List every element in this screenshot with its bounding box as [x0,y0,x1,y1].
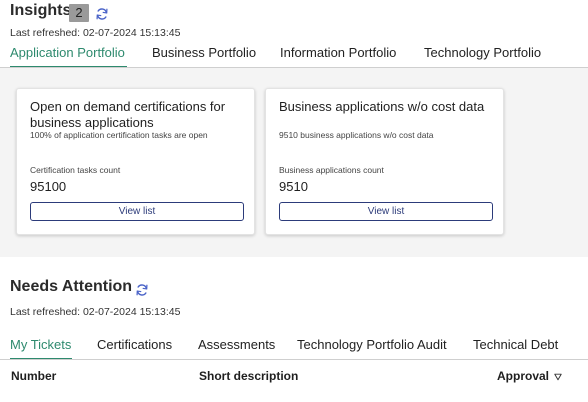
tab-certifications[interactable]: Certifications [97,336,172,360]
view-list-button[interactable]: View list [30,202,244,221]
tab-assessments[interactable]: Assessments [198,336,275,360]
refresh-icon[interactable] [135,283,149,297]
card-subtitle: 100% of application certification tasks … [30,130,208,140]
column-header-approval-label: Approval [497,369,550,383]
card-metric-value: 95100 [30,179,67,194]
card-metric-value: 9510 [279,179,308,194]
attention-last-refreshed: Last refreshed: 02-07-2024 15:13:45 [10,306,181,318]
attention-tabs: My Tickets Certifications Assessments Te… [0,336,588,360]
card-subtitle: 9510 business applications w/o cost data [279,130,434,140]
insight-card-certifications: Open on demand certifications for busine… [16,88,255,235]
needs-attention-title: Needs Attention [10,278,133,295]
tabs-divider [0,67,588,68]
view-list-button[interactable]: View list [279,202,493,221]
tab-technology-portfolio[interactable]: Technology Portfolio [424,44,541,68]
filter-icon[interactable] [554,373,563,381]
insights-header: Insights 2 Last refreshed: 02-07-2024 15… [0,0,588,68]
tab-application-portfolio[interactable]: Application Portfolio [10,44,127,68]
column-header-approval[interactable]: Approval [497,369,563,383]
card-title: Business applications w/o cost data [279,99,485,114]
insights-count-badge: 2 [69,4,89,22]
column-header-number[interactable]: Number [11,369,56,383]
tab-technical-debt[interactable]: Technical Debt [473,336,558,360]
tab-business-portfolio[interactable]: Business Portfolio [152,44,256,68]
card-metric-label: Certification tasks count [30,165,121,175]
insights-last-refreshed: Last refreshed: 02-07-2024 15:13:45 [10,27,181,39]
insight-card-cost-data: Business applications w/o cost data 9510… [265,88,504,235]
card-metric-label: Business applications count [279,165,384,175]
tab-information-portfolio[interactable]: Information Portfolio [280,44,396,68]
insights-section: Insights 2 Last refreshed: 02-07-2024 15… [0,0,588,257]
insights-tabs: Application Portfolio Business Portfolio… [0,44,588,68]
card-title: Open on demand certifications for busine… [30,99,226,130]
refresh-icon[interactable] [95,7,109,21]
tabs-divider [0,359,588,360]
insights-title: Insights [10,2,72,19]
tab-technology-portfolio-audit[interactable]: Technology Portfolio Audit [297,336,447,360]
column-header-short-description[interactable]: Short description [199,369,298,383]
tab-my-tickets[interactable]: My Tickets [10,336,72,360]
